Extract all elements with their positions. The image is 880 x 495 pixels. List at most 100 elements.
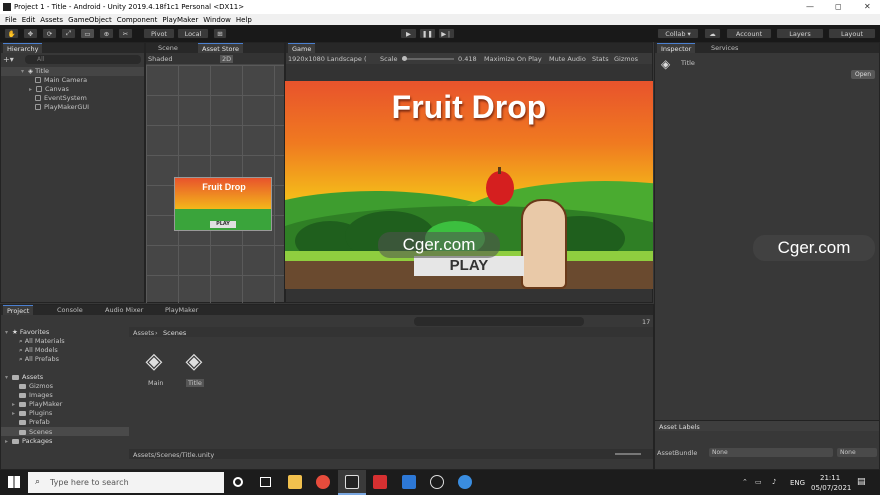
maximize-on-play-toggle[interactable]: Maximize On Play bbox=[484, 55, 542, 63]
task-view-icon[interactable] bbox=[260, 477, 271, 487]
breadcrumb-assets[interactable]: Assets bbox=[133, 329, 154, 337]
folder-gizmos[interactable]: Gizmos bbox=[19, 382, 53, 390]
stats-toggle[interactable]: Stats bbox=[592, 55, 609, 63]
collab-dropdown[interactable]: Collab ▾ bbox=[657, 28, 699, 39]
cortana-icon[interactable] bbox=[233, 477, 243, 487]
tab-services[interactable]: Services bbox=[707, 43, 742, 53]
project-search-input[interactable] bbox=[414, 317, 584, 326]
menu-component[interactable]: Component bbox=[117, 16, 158, 24]
hierarchy-search-input[interactable]: All bbox=[25, 55, 141, 64]
add-object-button[interactable]: +▾ bbox=[3, 55, 17, 64]
network-icon[interactable]: ▭ bbox=[755, 478, 762, 486]
asset-bundle-dropdown[interactable]: None bbox=[709, 448, 833, 457]
local-toggle[interactable]: Local bbox=[177, 28, 209, 39]
file-explorer-icon[interactable] bbox=[288, 475, 302, 489]
2d-toggle[interactable]: 2D bbox=[220, 55, 234, 63]
tab-game[interactable]: Game bbox=[288, 43, 316, 53]
maximize-button[interactable]: ◻ bbox=[835, 2, 842, 11]
unity-scene-icon[interactable]: ◈ bbox=[141, 349, 167, 375]
unity-app-icon[interactable] bbox=[345, 475, 359, 489]
unity-scene-icon[interactable]: ◈ bbox=[181, 349, 207, 375]
move-tool-icon[interactable]: ✥ bbox=[23, 28, 38, 39]
scale-slider[interactable] bbox=[402, 56, 454, 61]
folder-plugins[interactable]: ▸ Plugins bbox=[12, 409, 52, 417]
favorites-section[interactable]: ▾ ★ Favorites bbox=[5, 328, 49, 336]
menu-assets[interactable]: Assets bbox=[40, 16, 63, 24]
volume-icon[interactable]: ♪ bbox=[772, 478, 776, 486]
account-dropdown[interactable]: Account bbox=[726, 28, 772, 39]
tab-hierarchy[interactable]: Hierarchy bbox=[3, 43, 43, 53]
scene-canvas-preview[interactable]: Fruit Drop PLAY bbox=[174, 177, 272, 231]
hierarchy-item-main-camera[interactable]: Main Camera bbox=[35, 76, 87, 84]
scene-row[interactable]: ▾ ◈ Title bbox=[1, 67, 144, 76]
layers-dropdown[interactable]: Layers bbox=[776, 28, 824, 39]
folder-images[interactable]: Images bbox=[19, 391, 53, 399]
tab-playmaker[interactable]: PlayMaker bbox=[161, 305, 202, 315]
folder-playmaker[interactable]: ▸ PlayMaker bbox=[12, 400, 62, 408]
taskbar-search-input[interactable]: Type here to search bbox=[28, 472, 224, 493]
icon-size-slider[interactable] bbox=[615, 453, 641, 455]
language-indicator[interactable]: ENG bbox=[790, 479, 805, 487]
asset-variant-dropdown[interactable]: None bbox=[837, 448, 877, 457]
unity-logo-icon bbox=[3, 3, 11, 11]
hierarchy-item-canvas[interactable]: ▸ Canvas bbox=[29, 85, 69, 93]
rotate-tool-icon[interactable]: ⟳ bbox=[42, 28, 57, 39]
pivot-toggle[interactable]: Pivot bbox=[143, 28, 175, 39]
notification-icon[interactable]: ▤ bbox=[857, 477, 866, 487]
scale-slider-handle[interactable] bbox=[402, 56, 407, 61]
transform-tool-icon[interactable]: ⊕ bbox=[99, 28, 114, 39]
layout-dropdown[interactable]: Layout bbox=[828, 28, 876, 39]
tab-inspector[interactable]: Inspector bbox=[657, 43, 696, 53]
clock-date[interactable]: 05/07/2021 bbox=[811, 484, 851, 492]
tab-console[interactable]: Console bbox=[53, 305, 87, 315]
snap-icon[interactable]: ⊞ bbox=[213, 28, 227, 39]
gizmos-dropdown[interactable]: Gizmos bbox=[614, 55, 638, 63]
word-icon[interactable] bbox=[402, 475, 416, 489]
windows-start-icon[interactable] bbox=[8, 476, 20, 488]
custom-tool-icon[interactable]: ✂ bbox=[118, 28, 133, 39]
menu-window[interactable]: Window bbox=[203, 16, 231, 24]
hand-tool-icon[interactable]: ✋ bbox=[4, 28, 19, 39]
menu-help[interactable]: Help bbox=[236, 16, 252, 24]
chrome-icon[interactable] bbox=[316, 475, 330, 489]
folder-prefab[interactable]: Prefab bbox=[19, 418, 50, 426]
game-view[interactable]: Fruit Drop PLAY Cger.com bbox=[285, 81, 653, 289]
hierarchy-item-playmakergui[interactable]: PlayMakerGUI bbox=[35, 103, 89, 111]
favorite-all-materials[interactable]: ⌕ All Materials bbox=[19, 337, 65, 346]
tray-arrow-icon[interactable]: ⌃ bbox=[742, 478, 748, 486]
clock-time[interactable]: 21:11 bbox=[820, 474, 840, 482]
tab-scene[interactable]: Scene bbox=[154, 43, 182, 53]
rect-tool-icon[interactable]: ▭ bbox=[80, 28, 95, 39]
tab-audio-mixer[interactable]: Audio Mixer bbox=[101, 305, 147, 315]
play-game-button[interactable]: PLAY bbox=[414, 256, 524, 276]
app-circle-icon[interactable] bbox=[430, 475, 444, 489]
app-red-icon[interactable] bbox=[373, 475, 387, 489]
favorite-all-prefabs[interactable]: ⌕ All Prefabs bbox=[19, 355, 59, 364]
app-blue-icon[interactable] bbox=[458, 475, 472, 489]
assets-section[interactable]: ▾ Assets bbox=[5, 373, 43, 381]
breadcrumb-scenes[interactable]: Scenes bbox=[163, 329, 186, 337]
mute-audio-toggle[interactable]: Mute Audio bbox=[549, 55, 586, 63]
file-title[interactable]: Title bbox=[186, 379, 204, 387]
tab-asset-store[interactable]: Asset Store bbox=[198, 43, 244, 53]
play-button[interactable]: ▶ bbox=[400, 28, 417, 39]
menu-file[interactable]: File bbox=[5, 16, 17, 24]
favorite-all-models[interactable]: ⌕ All Models bbox=[19, 346, 58, 355]
resolution-dropdown[interactable]: 1920x1080 Landscape ( bbox=[288, 55, 367, 63]
minimize-button[interactable]: — bbox=[806, 2, 814, 11]
menu-playmaker[interactable]: PlayMaker bbox=[162, 16, 198, 24]
hierarchy-item-eventsystem[interactable]: EventSystem bbox=[35, 94, 87, 102]
menu-gameobject[interactable]: GameObject bbox=[68, 16, 112, 24]
menu-edit[interactable]: Edit bbox=[22, 16, 36, 24]
step-button[interactable]: ▶❘ bbox=[438, 28, 455, 39]
tab-project[interactable]: Project bbox=[3, 305, 34, 315]
open-button[interactable]: Open bbox=[851, 70, 875, 79]
folder-scenes-selected[interactable]: Scenes bbox=[1, 427, 129, 436]
file-main[interactable]: Main bbox=[148, 379, 164, 387]
shading-dropdown[interactable]: Shaded bbox=[148, 55, 172, 63]
pause-button[interactable]: ❚❚ bbox=[419, 28, 436, 39]
cloud-icon[interactable]: ☁ bbox=[704, 28, 721, 39]
scale-tool-icon[interactable]: ⤢ bbox=[61, 28, 76, 39]
packages-section[interactable]: ▸ Packages bbox=[5, 437, 52, 445]
close-button[interactable]: ✕ bbox=[864, 2, 871, 11]
